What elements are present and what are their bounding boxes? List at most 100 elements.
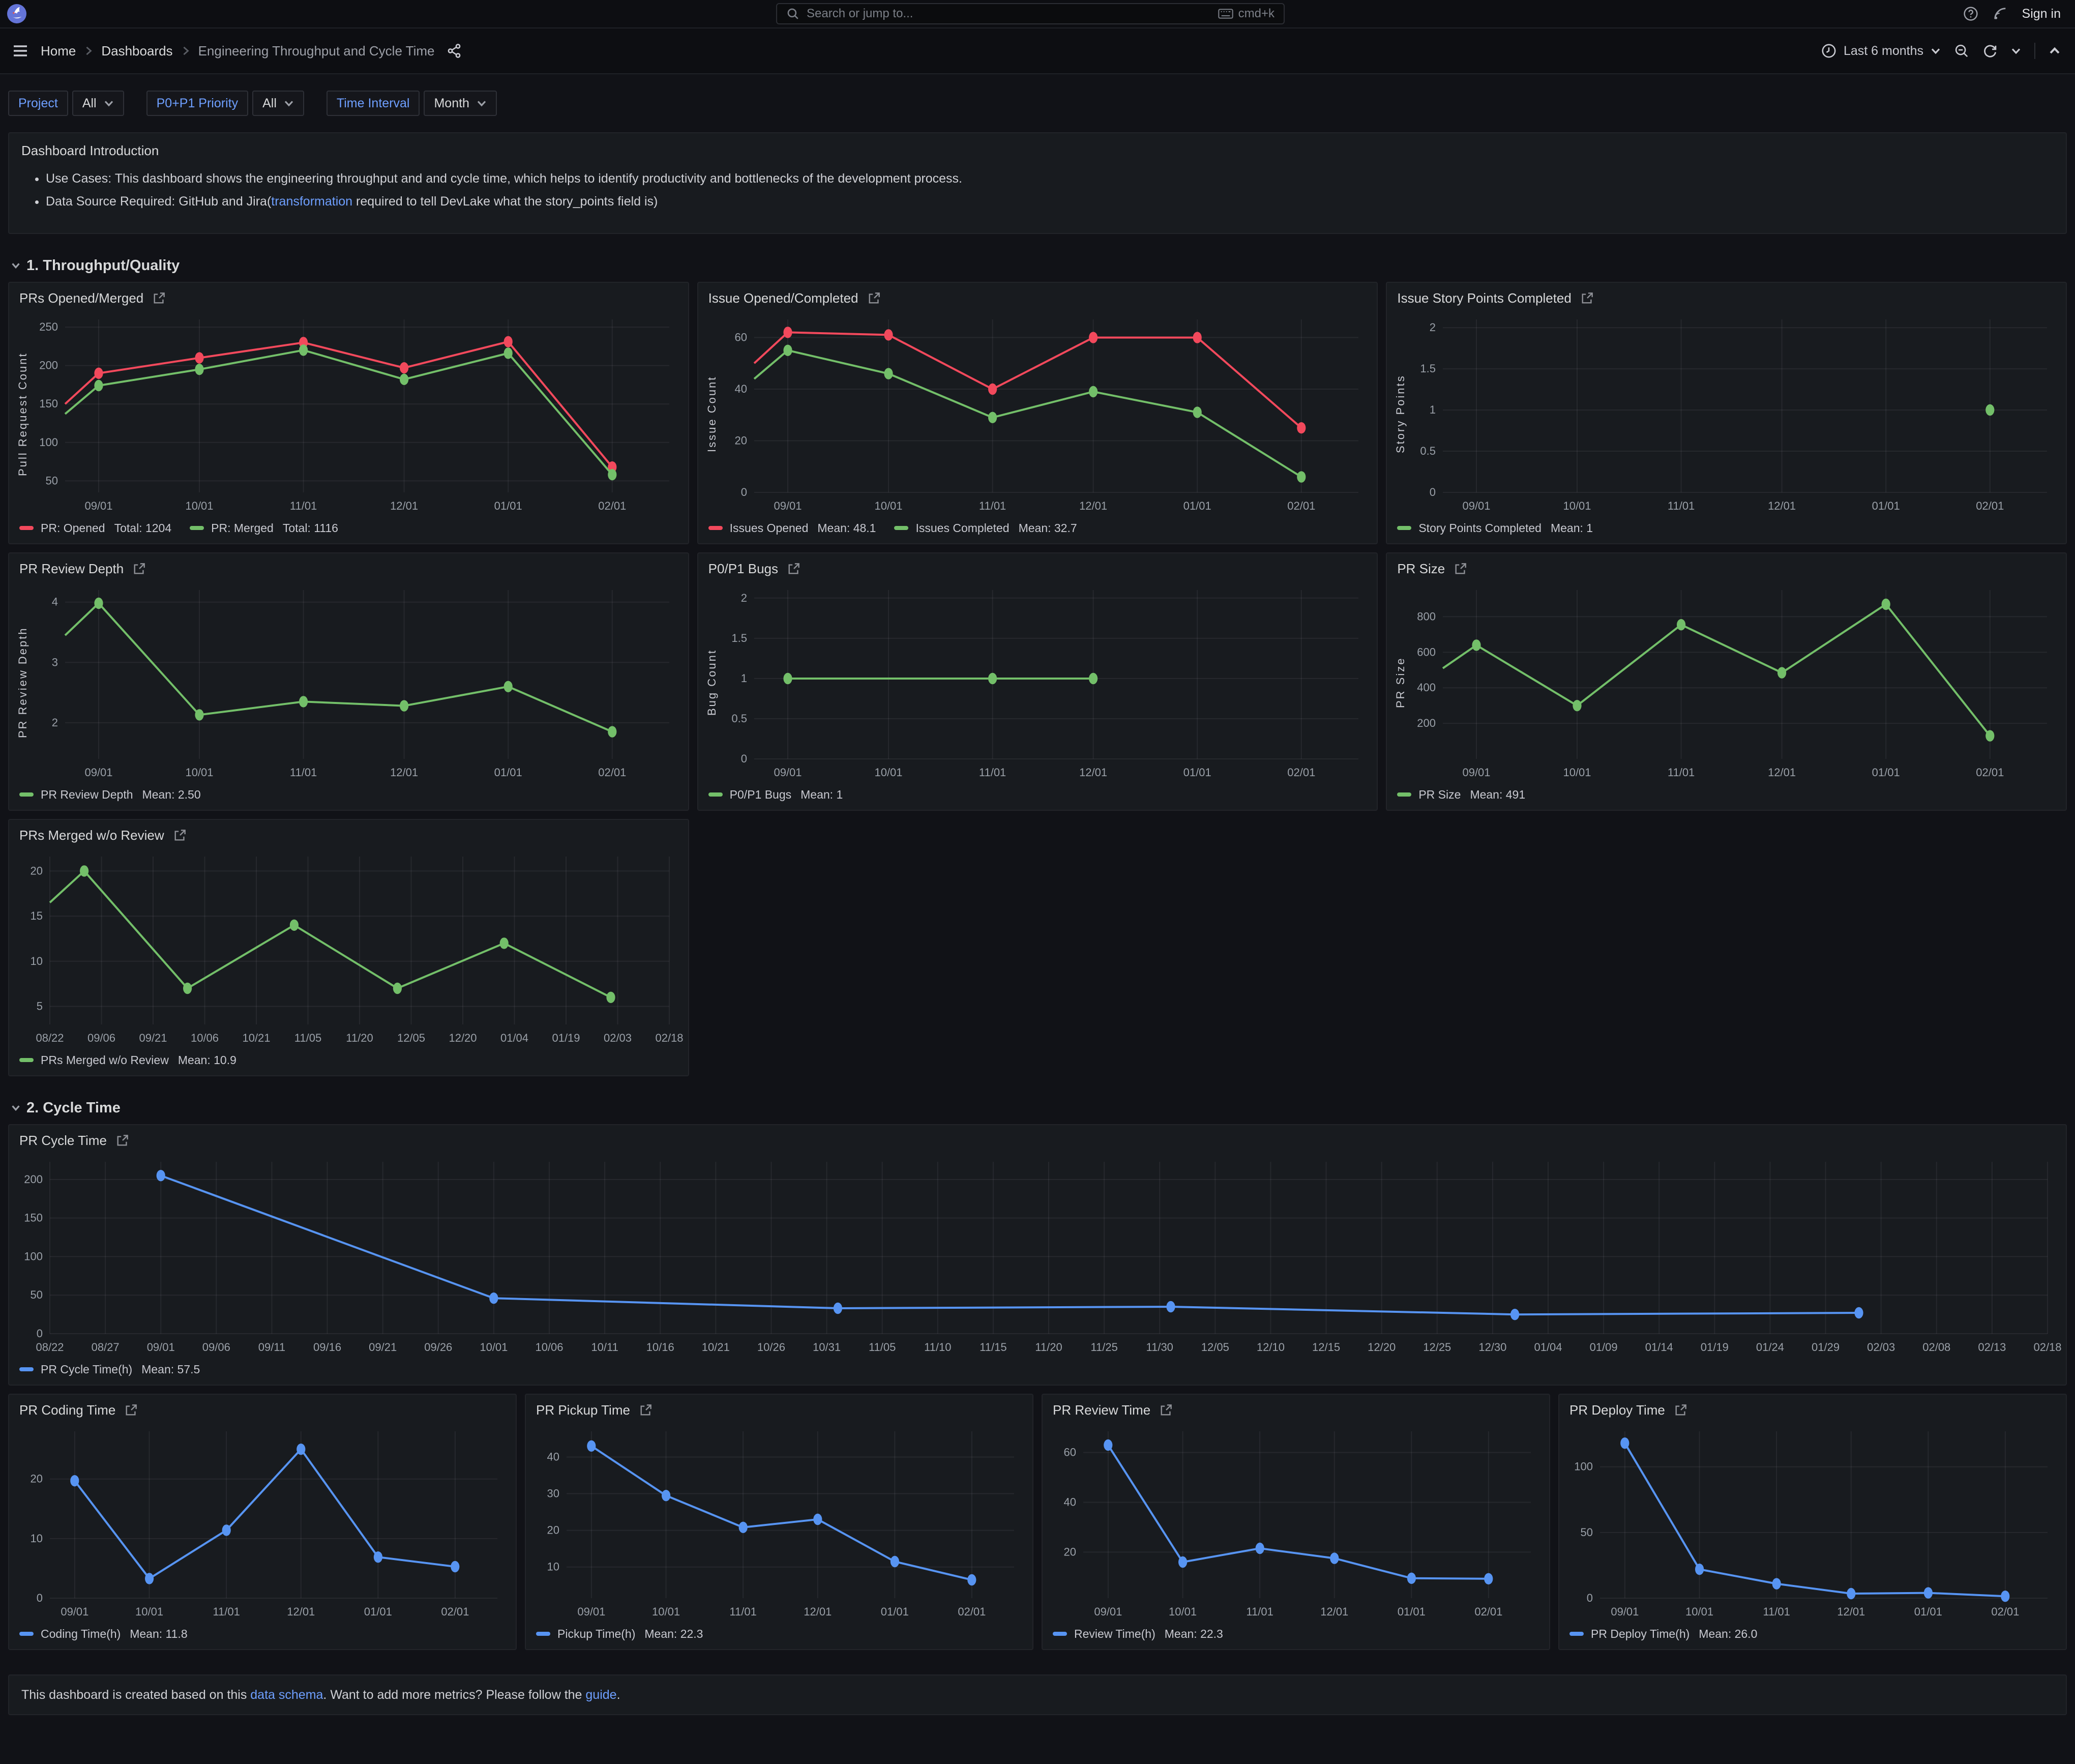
- svg-text:10/01: 10/01: [185, 766, 213, 779]
- panel-title[interactable]: PRs Opened/Merged: [19, 290, 143, 306]
- external-link-icon[interactable]: [868, 291, 881, 305]
- time-range-picker[interactable]: Last 6 months: [1821, 43, 1941, 58]
- panel-pr-review-depth: PR Review Depth PR Review Depth09/0110/0…: [8, 552, 689, 811]
- svg-text:02/01: 02/01: [958, 1605, 986, 1618]
- chart-plot-area[interactable]: 09/0110/0111/0112/0101/0102/0100.511.52: [1408, 311, 2062, 517]
- chevron-down-icon: [2011, 46, 2021, 56]
- legend-item[interactable]: PR Review DepthMean: 2.50: [19, 788, 201, 802]
- devlake-logo[interactable]: [7, 4, 26, 23]
- legend-item[interactable]: Issues OpenedMean: 48.1: [708, 521, 876, 535]
- chart-plot-area[interactable]: 09/0110/0111/0112/0101/0102/01050100: [1565, 1423, 2062, 1623]
- search-input[interactable]: Search or jump to... cmd+k: [776, 3, 1285, 24]
- legend-item[interactable]: PR: OpenedTotal: 1204: [19, 521, 171, 535]
- panel-pr-review-time: PR Review Time 09/0110/0111/0112/0101/01…: [1042, 1394, 1550, 1650]
- svg-text:12/20: 12/20: [449, 1032, 477, 1044]
- legend-item[interactable]: PR SizeMean: 491: [1397, 788, 1525, 802]
- share-icon[interactable]: [447, 43, 462, 58]
- svg-text:2: 2: [740, 592, 747, 604]
- svg-text:0: 0: [1587, 1592, 1593, 1604]
- legend-item[interactable]: PR Cycle Time(h)Mean: 57.5: [19, 1363, 200, 1376]
- zoom-out-button[interactable]: [1954, 43, 1969, 58]
- external-link-icon[interactable]: [133, 562, 146, 575]
- panel-title[interactable]: Issue Opened/Completed: [708, 290, 858, 306]
- legend-item[interactable]: P0/P1 BugsMean: 1: [708, 788, 843, 802]
- external-link-icon[interactable]: [125, 1403, 138, 1417]
- external-link-icon[interactable]: [116, 1134, 129, 1147]
- text-link[interactable]: data schema: [250, 1688, 323, 1702]
- panel-title[interactable]: P0/P1 Bugs: [708, 561, 778, 577]
- refresh-interval-dropdown[interactable]: [2011, 46, 2021, 56]
- svg-text:09/06: 09/06: [87, 1032, 115, 1044]
- legend-item[interactable]: PR: MergedTotal: 1116: [190, 521, 338, 535]
- panel-title[interactable]: PR Review Depth: [19, 561, 124, 577]
- svg-text:12/01: 12/01: [390, 766, 418, 779]
- menu-hamburger-icon[interactable]: [12, 43, 28, 59]
- breadcrumb-dashboards[interactable]: Dashboards: [101, 43, 172, 59]
- collapse-toolbar-button[interactable]: [2049, 45, 2061, 57]
- section-cycle-time[interactable]: 2. Cycle Time: [10, 1097, 2067, 1119]
- chart-plot-area[interactable]: 09/0110/0111/0112/0101/0102/012004006008…: [1408, 582, 2062, 783]
- sign-in-button[interactable]: Sign in: [2022, 7, 2061, 21]
- svg-text:11/01: 11/01: [1246, 1605, 1273, 1618]
- panel-title[interactable]: PR Review Time: [1053, 1402, 1150, 1418]
- svg-text:11/10: 11/10: [924, 1341, 951, 1354]
- help-icon[interactable]: [1963, 6, 1978, 21]
- external-link-icon[interactable]: [1454, 562, 1467, 575]
- external-link-icon[interactable]: [173, 829, 187, 842]
- chart-legend: P0/P1 BugsMean: 1: [698, 783, 1377, 810]
- y-axis-label: Story Points: [1393, 311, 1408, 517]
- panel-title: Dashboard Introduction: [21, 143, 159, 158]
- svg-text:11/05: 11/05: [869, 1341, 896, 1354]
- chart-plot-area[interactable]: 09/0110/0111/0112/0101/0102/0110203040: [532, 1423, 1028, 1623]
- external-link-icon[interactable]: [1674, 1403, 1687, 1417]
- external-link-icon[interactable]: [787, 562, 801, 575]
- external-link-icon[interactable]: [1581, 291, 1594, 305]
- text-link[interactable]: transformation: [271, 194, 352, 209]
- legend-item[interactable]: Review Time(h)Mean: 22.3: [1053, 1627, 1223, 1641]
- chart-plot-area[interactable]: 09/0110/0111/0112/0101/0102/0101020: [15, 1423, 512, 1623]
- legend-item[interactable]: PRs Merged w/o ReviewMean: 10.9: [19, 1053, 236, 1067]
- panel-title[interactable]: PR Coding Time: [19, 1402, 115, 1418]
- search-placeholder: Search or jump to...: [807, 7, 1211, 21]
- legend-item[interactable]: Issues CompletedMean: 32.7: [894, 521, 1077, 535]
- breadcrumb-home[interactable]: Home: [41, 43, 76, 59]
- legend-item[interactable]: Pickup Time(h)Mean: 22.3: [536, 1627, 703, 1641]
- svg-text:20: 20: [734, 434, 747, 447]
- y-axis-label: Pull Request Count: [15, 311, 31, 517]
- text-link[interactable]: guide: [585, 1688, 616, 1702]
- chart-plot-area[interactable]: 09/0110/0111/0112/0101/0102/0100.511.52: [720, 582, 1373, 783]
- svg-text:11/01: 11/01: [1668, 766, 1695, 779]
- panel-title[interactable]: Issue Story Points Completed: [1397, 290, 1572, 306]
- legend-item[interactable]: Coding Time(h)Mean: 11.8: [19, 1627, 188, 1641]
- section-throughput-quality[interactable]: 1. Throughput/Quality: [10, 254, 2067, 277]
- panel-title[interactable]: PRs Merged w/o Review: [19, 828, 164, 843]
- filter-value-dropdown[interactable]: All: [252, 91, 304, 116]
- legend-item[interactable]: Story Points CompletedMean: 1: [1397, 521, 1593, 535]
- external-link-icon[interactable]: [1160, 1403, 1173, 1417]
- legend-item[interactable]: PR Deploy Time(h)Mean: 26.0: [1569, 1627, 1757, 1641]
- external-link-icon[interactable]: [639, 1403, 653, 1417]
- svg-text:1.5: 1.5: [1420, 362, 1436, 375]
- chart-plot-area[interactable]: 09/0110/0111/0112/0101/0102/015010015020…: [31, 311, 684, 517]
- svg-text:09/01: 09/01: [84, 766, 112, 779]
- external-link-icon[interactable]: [153, 291, 166, 305]
- news-rss-icon[interactable]: [1993, 6, 2008, 21]
- panel-title[interactable]: PR Size: [1397, 561, 1445, 577]
- svg-text:11/15: 11/15: [980, 1341, 1006, 1354]
- filter-value-dropdown[interactable]: Month: [424, 91, 496, 116]
- chart-plot-area[interactable]: 08/2209/0609/2110/0610/2111/0511/2012/05…: [15, 848, 684, 1049]
- refresh-button[interactable]: [1982, 43, 1998, 58]
- dashboard-toolbar: Home Dashboards Engineering Throughput a…: [0, 28, 2075, 74]
- panel-title[interactable]: PR Deploy Time: [1569, 1402, 1665, 1418]
- chevron-down-icon: [10, 260, 21, 271]
- svg-text:12/15: 12/15: [1312, 1341, 1340, 1354]
- svg-text:150: 150: [39, 397, 58, 410]
- chart-plot-area[interactable]: 09/0110/0111/0112/0101/0102/01234: [31, 582, 684, 783]
- svg-text:09/01: 09/01: [577, 1605, 605, 1618]
- filter-value-dropdown[interactable]: All: [72, 91, 124, 116]
- chart-plot-area[interactable]: 09/0110/0111/0112/0101/0102/01204060: [1049, 1423, 1545, 1623]
- panel-title[interactable]: PR Pickup Time: [536, 1402, 630, 1418]
- chart-plot-area[interactable]: 09/0110/0111/0112/0101/0102/010204060: [720, 311, 1373, 517]
- panel-title[interactable]: PR Cycle Time: [19, 1133, 107, 1149]
- chart-plot-area[interactable]: 08/2208/2709/0109/0609/1109/1609/2109/26…: [15, 1154, 2062, 1358]
